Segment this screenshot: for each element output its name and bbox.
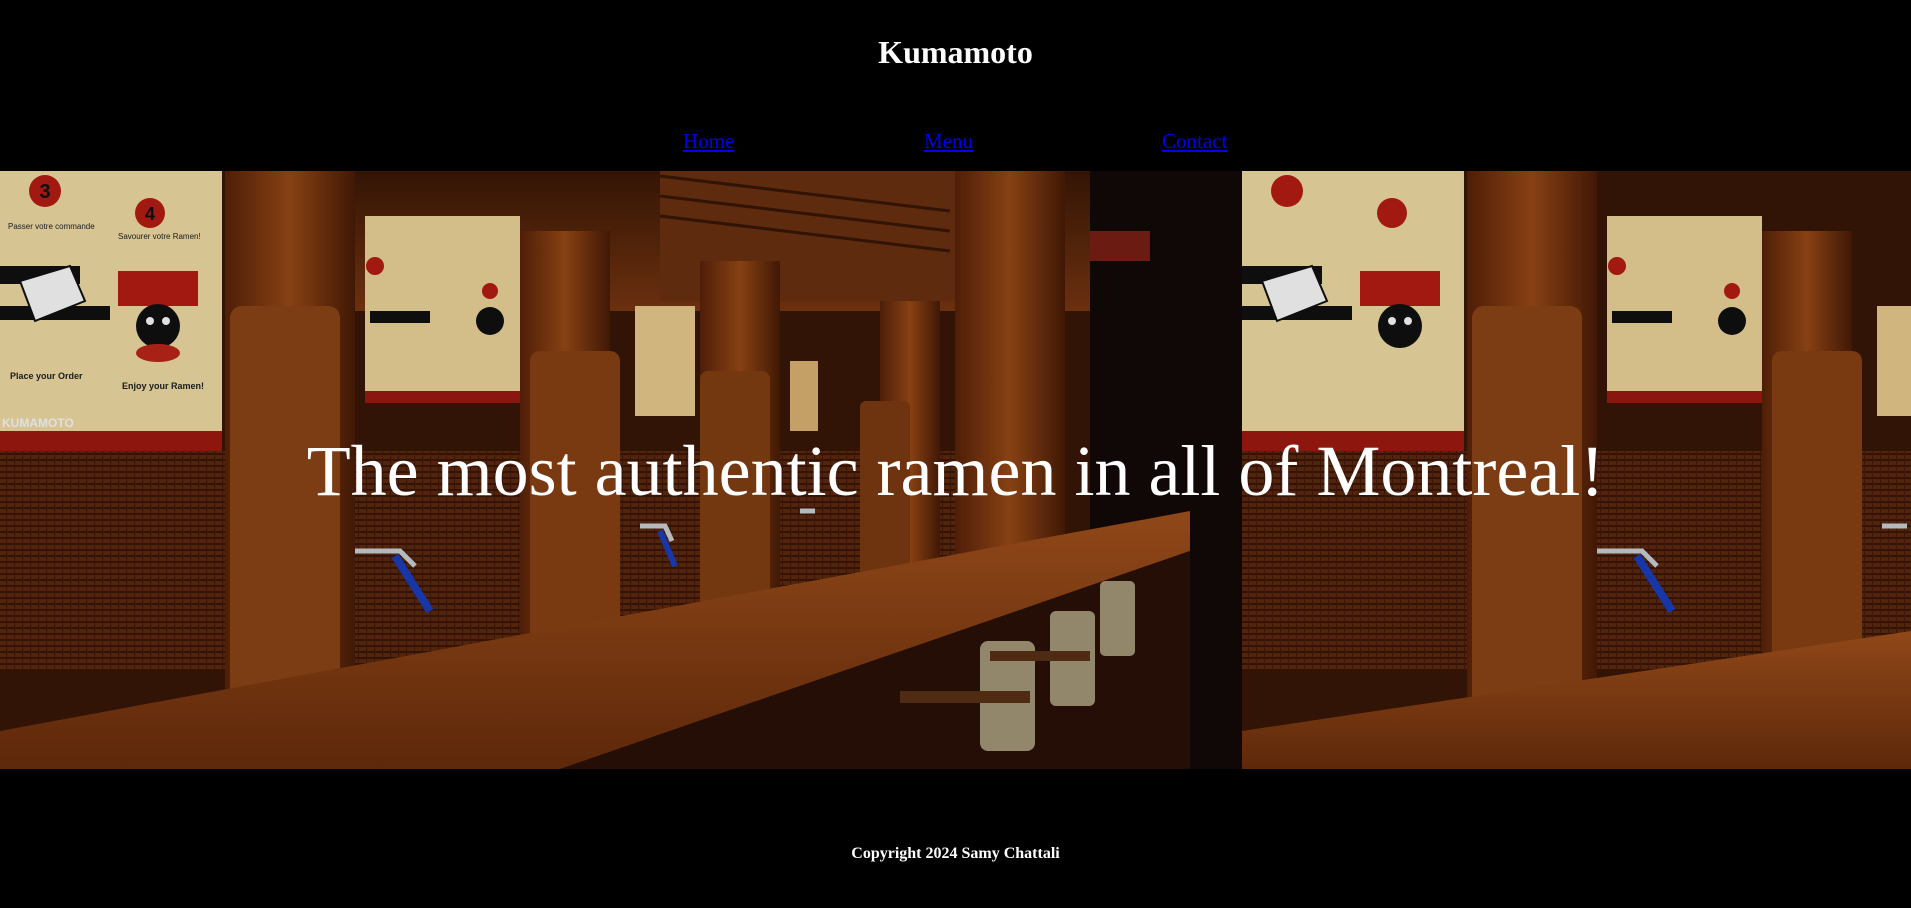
site-footer: Copyright 2024 Samy Chattali (0, 769, 1911, 908)
nav-link-contact[interactable]: Contact (1162, 128, 1227, 154)
main-nav: Home Menu Contact (0, 128, 1911, 154)
nav-link-home[interactable]: Home (683, 128, 734, 154)
site-title: Kumamoto (878, 34, 1033, 70)
hero-section: 3 4 Passer votre commande Savourer votre… (0, 171, 1911, 769)
nav-link-menu[interactable]: Menu (924, 128, 973, 154)
hero-headline: The most authentic ramen in all of Montr… (306, 431, 1605, 511)
copyright-text: Copyright 2024 Samy Chattali (851, 845, 1060, 862)
site-header: Kumamoto Home Menu Contact (0, 0, 1911, 171)
